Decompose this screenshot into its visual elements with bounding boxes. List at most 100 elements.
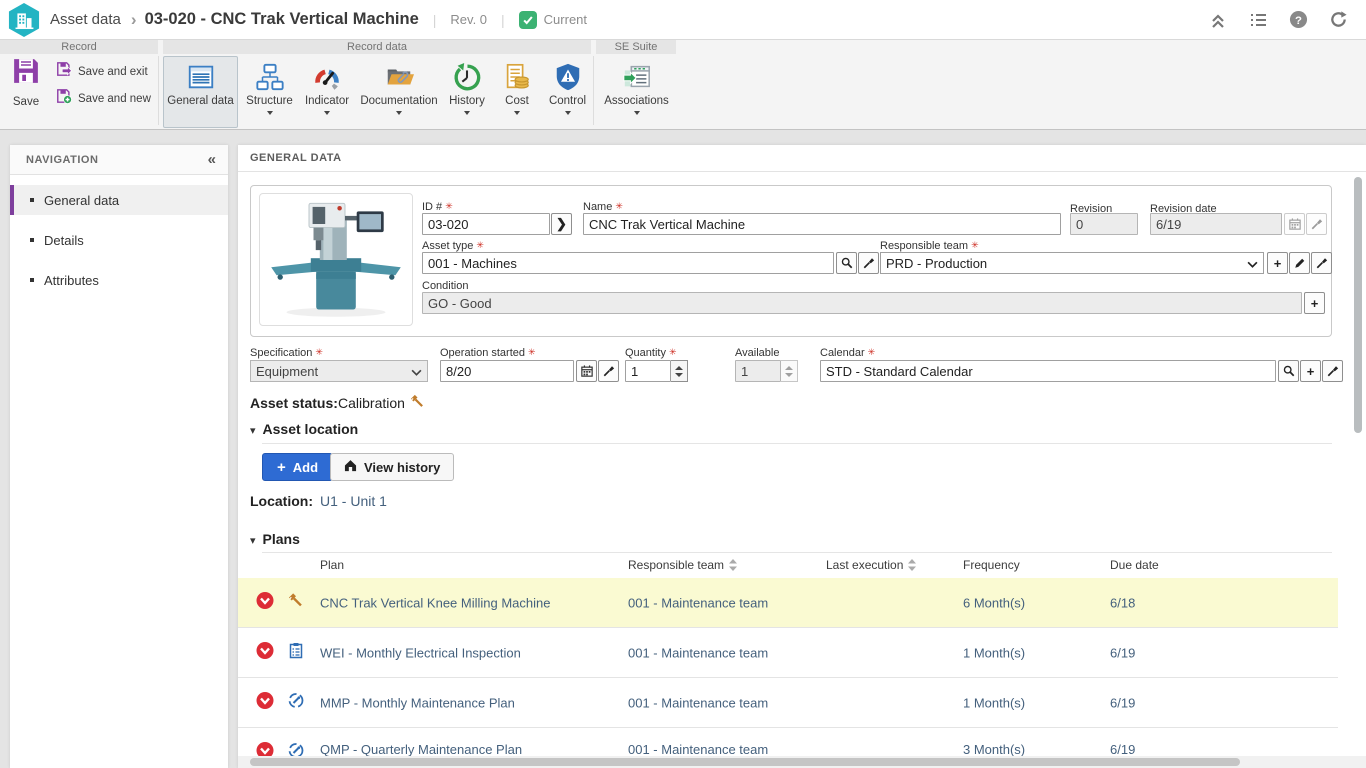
tab-associations[interactable]: Associations: [599, 56, 674, 128]
plan-name[interactable]: MMP - Monthly Maintenance Plan: [320, 695, 515, 710]
calendar-input[interactable]: [820, 360, 1276, 382]
indicator-label: Indicator: [305, 95, 349, 107]
plan-name[interactable]: QMP - Quarterly Maintenance Plan: [320, 742, 522, 757]
collapse-sidebar-icon[interactable]: «: [208, 151, 216, 168]
section-header: GENERAL DATA: [238, 145, 1366, 172]
specification-label: Specification: [250, 347, 323, 359]
asset-type-search-icon[interactable]: [836, 252, 857, 274]
tab-indicator[interactable]: Indicator: [299, 56, 355, 128]
refresh-icon[interactable]: [1328, 10, 1348, 30]
plan-table-row[interactable]: WEI - Monthly Electrical Inspection 001 …: [238, 628, 1338, 678]
breadcrumb-root[interactable]: Asset data: [50, 11, 121, 28]
responsible-team-select[interactable]: PRD - Production: [880, 252, 1264, 274]
asset-location-section-header[interactable]: ▾Asset location: [250, 421, 358, 439]
view-history-button[interactable]: View history: [330, 453, 454, 481]
sidebar-item-general-data[interactable]: General data: [10, 185, 228, 215]
tab-general-data[interactable]: General data: [163, 56, 238, 128]
plans-section-header[interactable]: ▾Plans: [250, 531, 300, 549]
name-input[interactable]: [583, 213, 1061, 235]
column-header-responsible-team[interactable]: Responsible team: [628, 558, 737, 572]
calendar-search-icon[interactable]: [1278, 360, 1299, 382]
associations-window-arrow-icon: [622, 59, 652, 95]
asset-status-label: Asset status:: [250, 395, 338, 411]
breadcrumb-chevron-icon: ›: [131, 10, 137, 30]
plan-due-date: 6/18: [1110, 595, 1135, 610]
quantity-input[interactable]: [625, 360, 671, 382]
structure-orgchart-icon: [255, 59, 285, 95]
chevron-down-icon: [514, 111, 520, 115]
add-location-button[interactable]: + Add: [262, 453, 333, 481]
asset-status-value: Calibration: [338, 395, 405, 411]
tab-control[interactable]: Control: [543, 56, 592, 128]
chevron-down-icon: [1247, 256, 1258, 271]
available-input: [735, 360, 781, 382]
save-and-exit-button[interactable]: Save and exit: [56, 61, 148, 82]
available-label: Available: [735, 347, 779, 359]
collapse-triangle-icon: ▾: [250, 425, 256, 437]
plan-table-row[interactable]: CNC Trak Vertical Knee Milling Machine 0…: [238, 578, 1338, 628]
id-input[interactable]: [422, 213, 550, 235]
inspection-checklist-icon: [288, 642, 304, 663]
app-logo-hexagon-building-icon: [8, 2, 40, 38]
sidebar-item-details[interactable]: Details: [10, 225, 228, 255]
horizontal-scrollbar[interactable]: [250, 758, 1240, 766]
asset-photo[interactable]: [259, 193, 413, 326]
expand-red-chevron-icon[interactable]: [256, 641, 274, 664]
task-list-icon[interactable]: [1248, 10, 1268, 30]
id-label: ID #: [422, 201, 453, 213]
chevron-down-icon: [565, 111, 571, 115]
tab-documentation[interactable]: Documentation: [357, 56, 441, 128]
documentation-label: Documentation: [360, 95, 437, 107]
plan-due-date: 6/19: [1110, 742, 1135, 757]
quantity-stepper[interactable]: [671, 360, 688, 382]
asset-type-input[interactable]: [422, 252, 834, 274]
help-icon[interactable]: ?: [1288, 10, 1308, 30]
expand-red-chevron-icon[interactable]: [256, 691, 274, 714]
specification-select: Equipment: [250, 360, 428, 382]
save-button[interactable]: Save: [2, 56, 50, 126]
responsible-team-clear-brush-icon[interactable]: [1311, 252, 1332, 274]
column-header-due-date[interactable]: Due date: [1110, 558, 1159, 572]
id-next-chevron-button[interactable]: ❯: [551, 213, 572, 235]
revision-badge: Rev. 0: [450, 12, 487, 27]
operation-started-input[interactable]: [440, 360, 574, 382]
maintenance-plan-icon: [288, 692, 304, 713]
operation-started-clear-brush-icon[interactable]: [598, 360, 619, 382]
plan-frequency: 1 Month(s): [963, 695, 1025, 710]
revision-date-input: [1150, 213, 1282, 235]
tab-cost[interactable]: Cost: [493, 56, 541, 128]
column-header-last-execution[interactable]: Last execution: [826, 558, 916, 572]
save-and-new-button[interactable]: Save and new: [56, 88, 151, 109]
plan-name[interactable]: CNC Trak Vertical Knee Milling Machine: [320, 595, 550, 610]
expand-red-chevron-icon[interactable]: [256, 591, 274, 614]
plan-table-row[interactable]: MMP - Monthly Maintenance Plan 001 - Mai…: [238, 678, 1338, 728]
plan-frequency: 1 Month(s): [963, 645, 1025, 660]
operation-started-calendar-icon[interactable]: [576, 360, 597, 382]
calendar-clear-brush-icon[interactable]: [1322, 360, 1343, 382]
bullet-icon: [30, 278, 34, 282]
current-checkbox-icon[interactable]: [519, 11, 537, 29]
tab-structure[interactable]: Structure: [241, 56, 298, 128]
indicator-gauge-icon: [312, 59, 342, 95]
calendar-add-icon[interactable]: +: [1300, 360, 1321, 382]
ribbon-toolbar: Record Record data SE Suite Save Save an…: [0, 40, 1366, 130]
main-content-panel: GENERAL DATA: [238, 145, 1366, 768]
plan-name[interactable]: WEI - Monthly Electrical Inspection: [320, 645, 521, 660]
responsible-team-add-icon[interactable]: +: [1267, 252, 1288, 274]
tab-history[interactable]: History: [443, 56, 491, 128]
column-header-plan[interactable]: Plan: [320, 558, 344, 572]
separator: |: [433, 12, 437, 28]
responsible-team-edit-pencil-icon[interactable]: [1289, 252, 1310, 274]
top-header-bar: Asset data › 03-020 - CNC Trak Vertical …: [0, 0, 1366, 40]
plus-icon: +: [277, 459, 286, 476]
calendar-label: Calendar: [820, 347, 875, 359]
vertical-scrollbar[interactable]: [1354, 177, 1362, 433]
collapse-panel-icon[interactable]: [1208, 10, 1228, 30]
section-title: GENERAL DATA: [250, 152, 342, 164]
column-header-frequency[interactable]: Frequency: [963, 558, 1020, 572]
condition-label: Condition: [422, 280, 468, 292]
condition-add-icon[interactable]: +: [1304, 292, 1325, 314]
control-shield-warning-icon: [553, 59, 583, 95]
asset-type-clear-brush-icon[interactable]: [858, 252, 879, 274]
sidebar-item-attributes[interactable]: Attributes: [10, 265, 228, 295]
